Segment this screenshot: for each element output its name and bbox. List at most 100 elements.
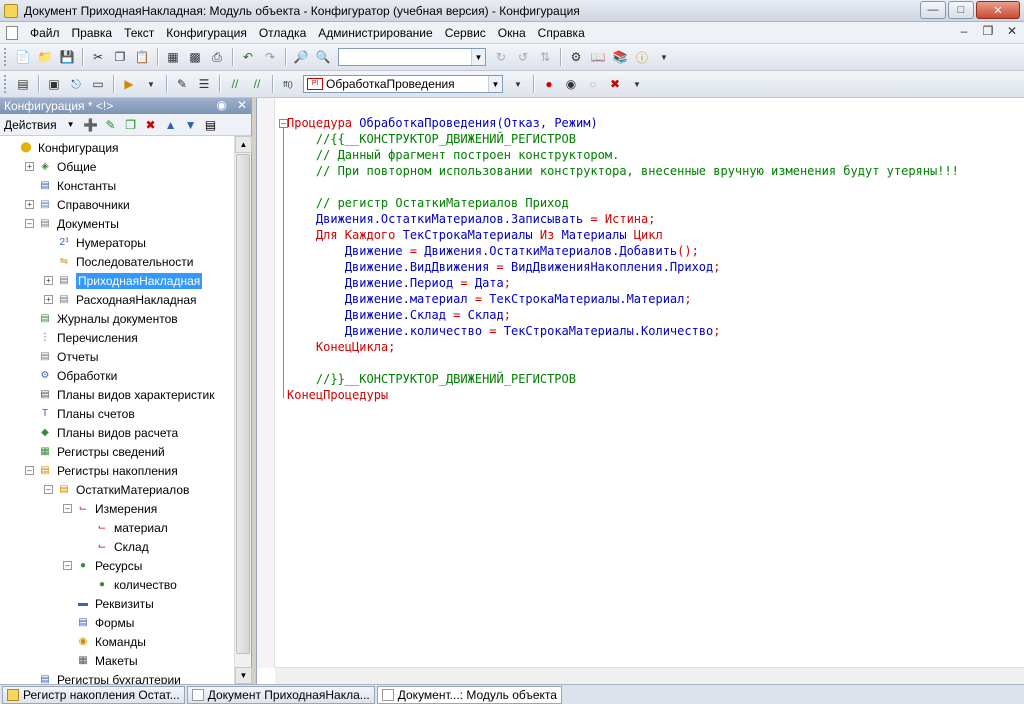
tree-item[interactable]: + ▤ РасходнаяНакладная: [44, 290, 197, 309]
expand-icon[interactable]: +: [25, 200, 34, 209]
collapse-icon[interactable]: –: [25, 466, 34, 475]
find-icon[interactable]: 🔍: [313, 47, 333, 67]
find-all-icon[interactable]: ⇅: [535, 47, 555, 67]
uncomment-icon[interactable]: //: [247, 74, 267, 94]
close-icon[interactable]: ✕: [976, 1, 1020, 19]
menu-administration[interactable]: Администрирование: [312, 22, 438, 44]
menu-debug[interactable]: Отладка: [253, 22, 312, 44]
procedure-options-icon[interactable]: ▼: [508, 74, 528, 94]
collapse-icon[interactable]: –: [25, 219, 34, 228]
tree-item[interactable]: ⌙ материал: [82, 518, 168, 537]
panel-close-icon[interactable]: ✕: [237, 98, 247, 112]
window-list-icon[interactable]: ▭: [88, 74, 108, 94]
print-icon[interactable]: ⎙: [207, 47, 227, 67]
tree-item[interactable]: ◆ Планы видов расчета: [25, 423, 178, 442]
save-icon[interactable]: 💾: [57, 47, 77, 67]
tree-item[interactable]: – ● Ресурсы: [63, 556, 142, 575]
tree-scrollbar[interactable]: ▲ ▼: [234, 136, 252, 684]
move-down-icon[interactable]: ▼: [182, 116, 200, 134]
actions-menu[interactable]: Действия: [4, 118, 57, 132]
tree-item[interactable]: ● количество: [82, 575, 177, 594]
expand-icon[interactable]: +: [44, 276, 53, 285]
search-input[interactable]: ▼: [338, 48, 486, 66]
tree-item[interactable]: ▤ Регистры бухгалтерии: [25, 670, 181, 685]
breakpoint-list-icon[interactable]: ◉: [561, 74, 581, 94]
tree-item[interactable]: 2³ Нумераторы: [44, 233, 146, 252]
collapse-icon[interactable]: –: [63, 504, 72, 513]
tree-item[interactable]: ⬤ Конфигурация: [6, 138, 118, 157]
properties-icon[interactable]: ▤: [202, 116, 220, 134]
help-content-icon[interactable]: 📚: [610, 47, 630, 67]
tree-item[interactable]: ▦ Макеты: [63, 651, 137, 670]
tree-item[interactable]: ▤ Формы: [63, 613, 134, 632]
toolbar-options-icon[interactable]: ▼: [654, 47, 674, 67]
mdi-restore-icon[interactable]: ❐: [980, 24, 996, 40]
toolbar-gripper[interactable]: [4, 75, 8, 93]
open-config-icon[interactable]: ▦: [163, 47, 183, 67]
redo-icon[interactable]: ↷: [260, 47, 280, 67]
menu-configuration[interactable]: Конфигурация: [160, 22, 253, 44]
tree-item[interactable]: ⋮ Перечисления: [25, 328, 138, 347]
syntax-check-icon[interactable]: ✎: [172, 74, 192, 94]
procedure-dropdown-icon[interactable]: ▼: [488, 76, 502, 92]
disable-breakpoint-icon[interactable]: ○: [583, 74, 603, 94]
tree-item[interactable]: ▬ Реквизиты: [63, 594, 154, 613]
delete-icon[interactable]: ✖: [142, 116, 160, 134]
start-debug-icon[interactable]: ▶: [119, 74, 139, 94]
database-icon[interactable]: ⎋: [66, 74, 86, 94]
window-tab[interactable]: Документ ПриходнаяНакла...: [186, 685, 375, 704]
expand-icon[interactable]: +: [25, 162, 34, 171]
document-menu-icon[interactable]: [6, 25, 18, 40]
expand-icon[interactable]: +: [44, 295, 53, 304]
scroll-thumb[interactable]: [236, 154, 250, 654]
edit-icon[interactable]: ✎: [102, 116, 120, 134]
menu-help[interactable]: Справка: [532, 22, 591, 44]
menu-windows[interactable]: Окна: [492, 22, 532, 44]
undo-icon[interactable]: ↶: [238, 47, 258, 67]
toolbar-options-icon[interactable]: ▼: [627, 74, 647, 94]
tree-item[interactable]: + ▤ Справочники: [25, 195, 130, 214]
info-icon[interactable]: ⓘ: [632, 47, 652, 67]
new-file-icon[interactable]: 📄: [13, 47, 33, 67]
menu-file[interactable]: Файл: [24, 22, 66, 44]
menu-edit[interactable]: Правка: [66, 22, 119, 44]
tree-item[interactable]: ⇋ Последовательности: [44, 252, 194, 271]
procedure-select[interactable]: Pl ОбработкаПроведения ▼: [303, 75, 503, 93]
add-icon[interactable]: ➕: [82, 116, 100, 134]
tree-item[interactable]: – ▤ Документы: [25, 214, 119, 233]
syntax-helper-icon[interactable]: ⚙: [566, 47, 586, 67]
maximize-icon[interactable]: □: [948, 1, 974, 19]
editor-horizontal-scrollbar[interactable]: [275, 667, 1024, 684]
open-folder-icon[interactable]: 📁: [35, 47, 55, 67]
tree-item[interactable]: + ◈ Общие: [25, 157, 96, 176]
paste-icon[interactable]: 📋: [132, 47, 152, 67]
mdi-close-icon[interactable]: ✕: [1004, 24, 1020, 40]
search-dropdown-icon[interactable]: ▼: [471, 49, 485, 65]
window-tab[interactable]: Документ...: Модуль объекта: [376, 685, 562, 704]
tree-item[interactable]: – ▤ ОстаткиМатериалов: [44, 480, 189, 499]
copy-item-icon[interactable]: ❐: [122, 116, 140, 134]
window-tab[interactable]: Регистр накопления Остат...: [2, 685, 185, 704]
tree-item[interactable]: T Планы счетов: [25, 404, 135, 423]
comment-icon[interactable]: //: [225, 74, 245, 94]
clear-breakpoints-icon[interactable]: ✖: [605, 74, 625, 94]
find-in-folder-icon[interactable]: 🔎: [291, 47, 311, 67]
config-window-icon[interactable]: ▩: [185, 47, 205, 67]
toolbar-gripper[interactable]: [4, 48, 8, 66]
find-next-icon[interactable]: ↻: [491, 47, 511, 67]
code-text[interactable]: Процедура ОбработкаПроведения(Отказ, Реж…: [287, 115, 959, 403]
copy-icon[interactable]: ❐: [110, 47, 130, 67]
cut-icon[interactable]: ✂: [88, 47, 108, 67]
collapse-icon[interactable]: –: [44, 485, 53, 494]
tree-item[interactable]: ▤ Отчеты: [25, 347, 98, 366]
procedures-list-icon[interactable]: ff(): [278, 74, 298, 94]
find-prev-icon[interactable]: ↺: [513, 47, 533, 67]
menu-service[interactable]: Сервис: [439, 22, 492, 44]
update-db-icon[interactable]: ▤: [13, 74, 33, 94]
tree-item[interactable]: ▤ Журналы документов: [25, 309, 177, 328]
tree-item[interactable]: ⌙ Склад: [82, 537, 149, 556]
scroll-down-icon[interactable]: ▼: [235, 667, 252, 684]
move-up-icon[interactable]: ▲: [162, 116, 180, 134]
debug-dropdown-icon[interactable]: ▼: [141, 74, 161, 94]
tree-item[interactable]: – ⌙ Измерения: [63, 499, 157, 518]
